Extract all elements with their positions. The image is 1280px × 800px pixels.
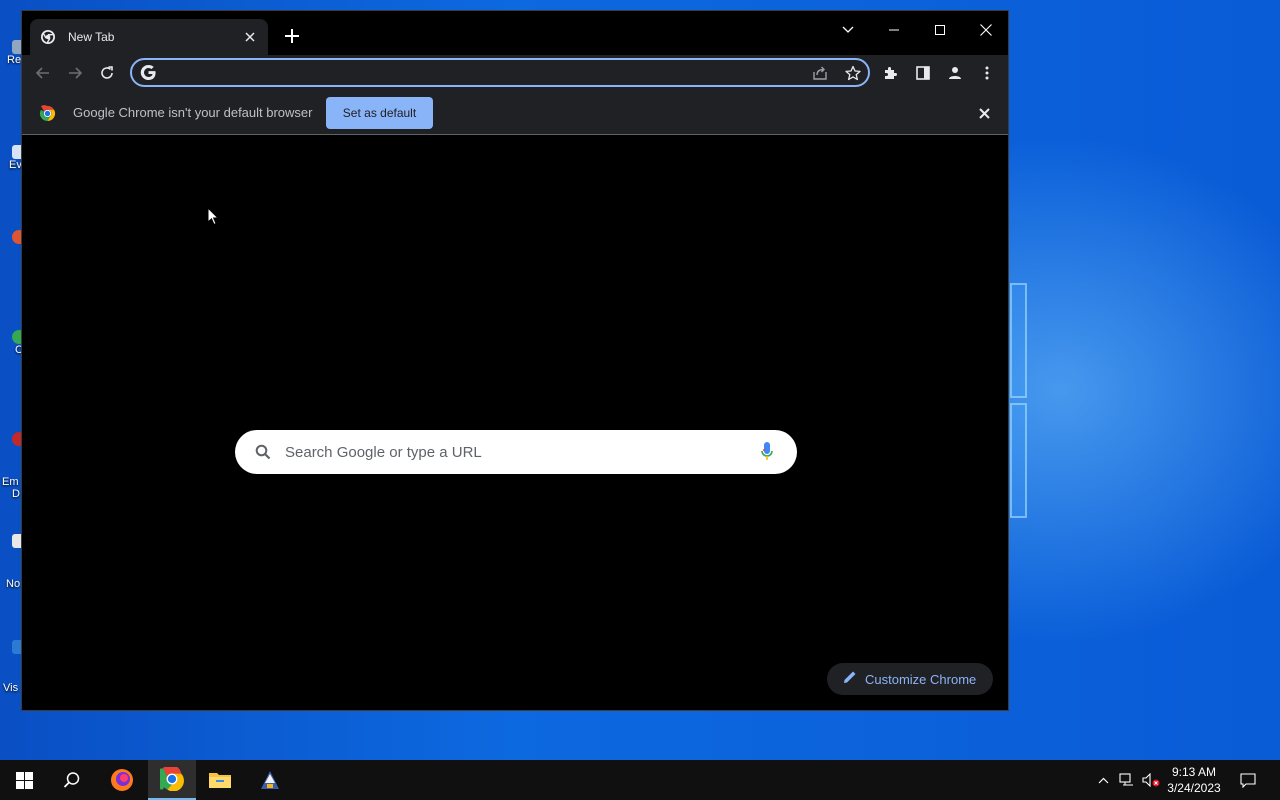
tab-search-button[interactable]: [825, 15, 871, 45]
taskbar-chrome[interactable]: [148, 760, 196, 800]
taskbar-search-button[interactable]: [48, 760, 96, 800]
reload-icon: [101, 66, 113, 79]
forward-button[interactable]: [63, 61, 87, 85]
clock-date: 3/24/2023: [1167, 781, 1221, 795]
search-icon: [255, 444, 271, 465]
new-tab-page: Customize Chrome: [22, 135, 1008, 710]
default-browser-infobar: Google Chrome isn't your default browser…: [22, 91, 1008, 135]
taskbar: 9:13 AM 3/24/2023: [0, 760, 1280, 800]
desktop-icon-vscode[interactable]: Vis: [0, 640, 22, 694]
back-button[interactable]: [31, 61, 55, 85]
tab-new-tab[interactable]: New Tab: [30, 19, 268, 55]
arrow-right-icon: [69, 67, 83, 79]
maximize-button[interactable]: [917, 15, 963, 45]
desktop-icon-label: Ev: [9, 159, 22, 171]
set-as-default-button[interactable]: Set as default: [326, 97, 433, 129]
chrome-icon: [40, 29, 56, 45]
app-icon: [261, 771, 279, 789]
desktop-icon-label: Vis: [3, 682, 19, 694]
infobar-message: Google Chrome isn't your default browser: [73, 105, 313, 120]
taskbar-app[interactable]: [246, 760, 294, 800]
side-panel-button[interactable]: [911, 61, 935, 85]
plus-icon: [285, 29, 299, 43]
volume-button[interactable]: [1140, 760, 1162, 800]
mic-icon[interactable]: [761, 442, 773, 467]
taskbar-firefox[interactable]: [98, 760, 146, 800]
desktop-icon-notepad[interactable]: No: [0, 534, 22, 590]
desktop-icon-label: No: [6, 578, 21, 590]
desktop-icon-email[interactable]: Em D: [0, 432, 22, 500]
folder-icon: [209, 773, 231, 788]
profile-icon: [949, 67, 961, 79]
ntp-search-input[interactable]: [285, 440, 735, 464]
toolbar: [22, 55, 1008, 91]
desktop-icon-everything[interactable]: Ev: [0, 145, 22, 171]
pencil-icon: [843, 670, 857, 689]
new-tab-button[interactable]: [281, 25, 303, 47]
customize-chrome-label: Customize Chrome: [865, 671, 977, 687]
minimize-button[interactable]: [871, 15, 917, 45]
start-button[interactable]: [0, 760, 48, 800]
desktop-icon-label: Em: [2, 476, 19, 488]
windows-logo-icon: [15, 771, 33, 789]
close-window-button[interactable]: [963, 15, 1009, 45]
taskbar-clock[interactable]: 9:13 AM 3/24/2023: [1160, 764, 1228, 796]
network-button[interactable]: [1116, 760, 1138, 800]
chevron-down-icon: [842, 26, 854, 33]
reload-button[interactable]: [95, 61, 119, 85]
share-icon[interactable]: [812, 65, 828, 86]
side-panel-icon: [916, 66, 930, 80]
desktop-icon-recycle-bin[interactable]: Re: [0, 40, 22, 66]
maximize-icon: [935, 25, 945, 35]
bookmark-star-icon[interactable]: [845, 65, 861, 86]
infobar-close-icon[interactable]: [974, 103, 994, 123]
chrome-window: New Tab Google Chrome isn't your default…: [21, 10, 1009, 711]
taskbar-file-explorer[interactable]: [196, 760, 244, 800]
extensions-button[interactable]: [879, 61, 903, 85]
ntp-search-box[interactable]: [235, 430, 797, 474]
arrow-left-icon: [35, 67, 49, 79]
network-icon: [1119, 773, 1133, 786]
desktop-icon-chrome[interactable]: C: [0, 330, 22, 356]
tray-overflow-button[interactable]: [1092, 760, 1114, 800]
title-bar: New Tab: [22, 11, 1008, 55]
chrome-icon: [160, 767, 184, 791]
tab-title: New Tab: [68, 30, 115, 44]
customize-chrome-button[interactable]: Customize Chrome: [827, 663, 993, 695]
wallpaper-pane: [1010, 283, 1027, 398]
google-g-icon: [140, 64, 157, 86]
volume-muted-icon: [1142, 773, 1160, 787]
chrome-logo-icon: [39, 105, 56, 127]
wallpaper-pane: [1010, 403, 1027, 518]
profile-button[interactable]: [943, 61, 967, 85]
notification-icon: [1240, 772, 1256, 788]
mouse-cursor-icon: [207, 206, 220, 231]
menu-button[interactable]: [975, 61, 999, 85]
notifications-button[interactable]: [1234, 760, 1262, 800]
minimize-icon: [889, 29, 899, 31]
desktop-icon-label: Re: [7, 54, 22, 66]
address-bar[interactable]: [130, 58, 870, 87]
close-icon: [980, 24, 992, 36]
puzzle-icon: [885, 67, 897, 79]
address-input[interactable]: [164, 62, 804, 83]
search-icon: [63, 772, 80, 788]
desktop-icon-app[interactable]: [0, 230, 22, 244]
firefox-icon: [111, 769, 133, 791]
tab-close-icon[interactable]: [242, 29, 258, 45]
chevron-up-icon: [1098, 777, 1108, 783]
clock-time: 9:13 AM: [1171, 765, 1217, 779]
kebab-menu-icon: [985, 66, 989, 80]
